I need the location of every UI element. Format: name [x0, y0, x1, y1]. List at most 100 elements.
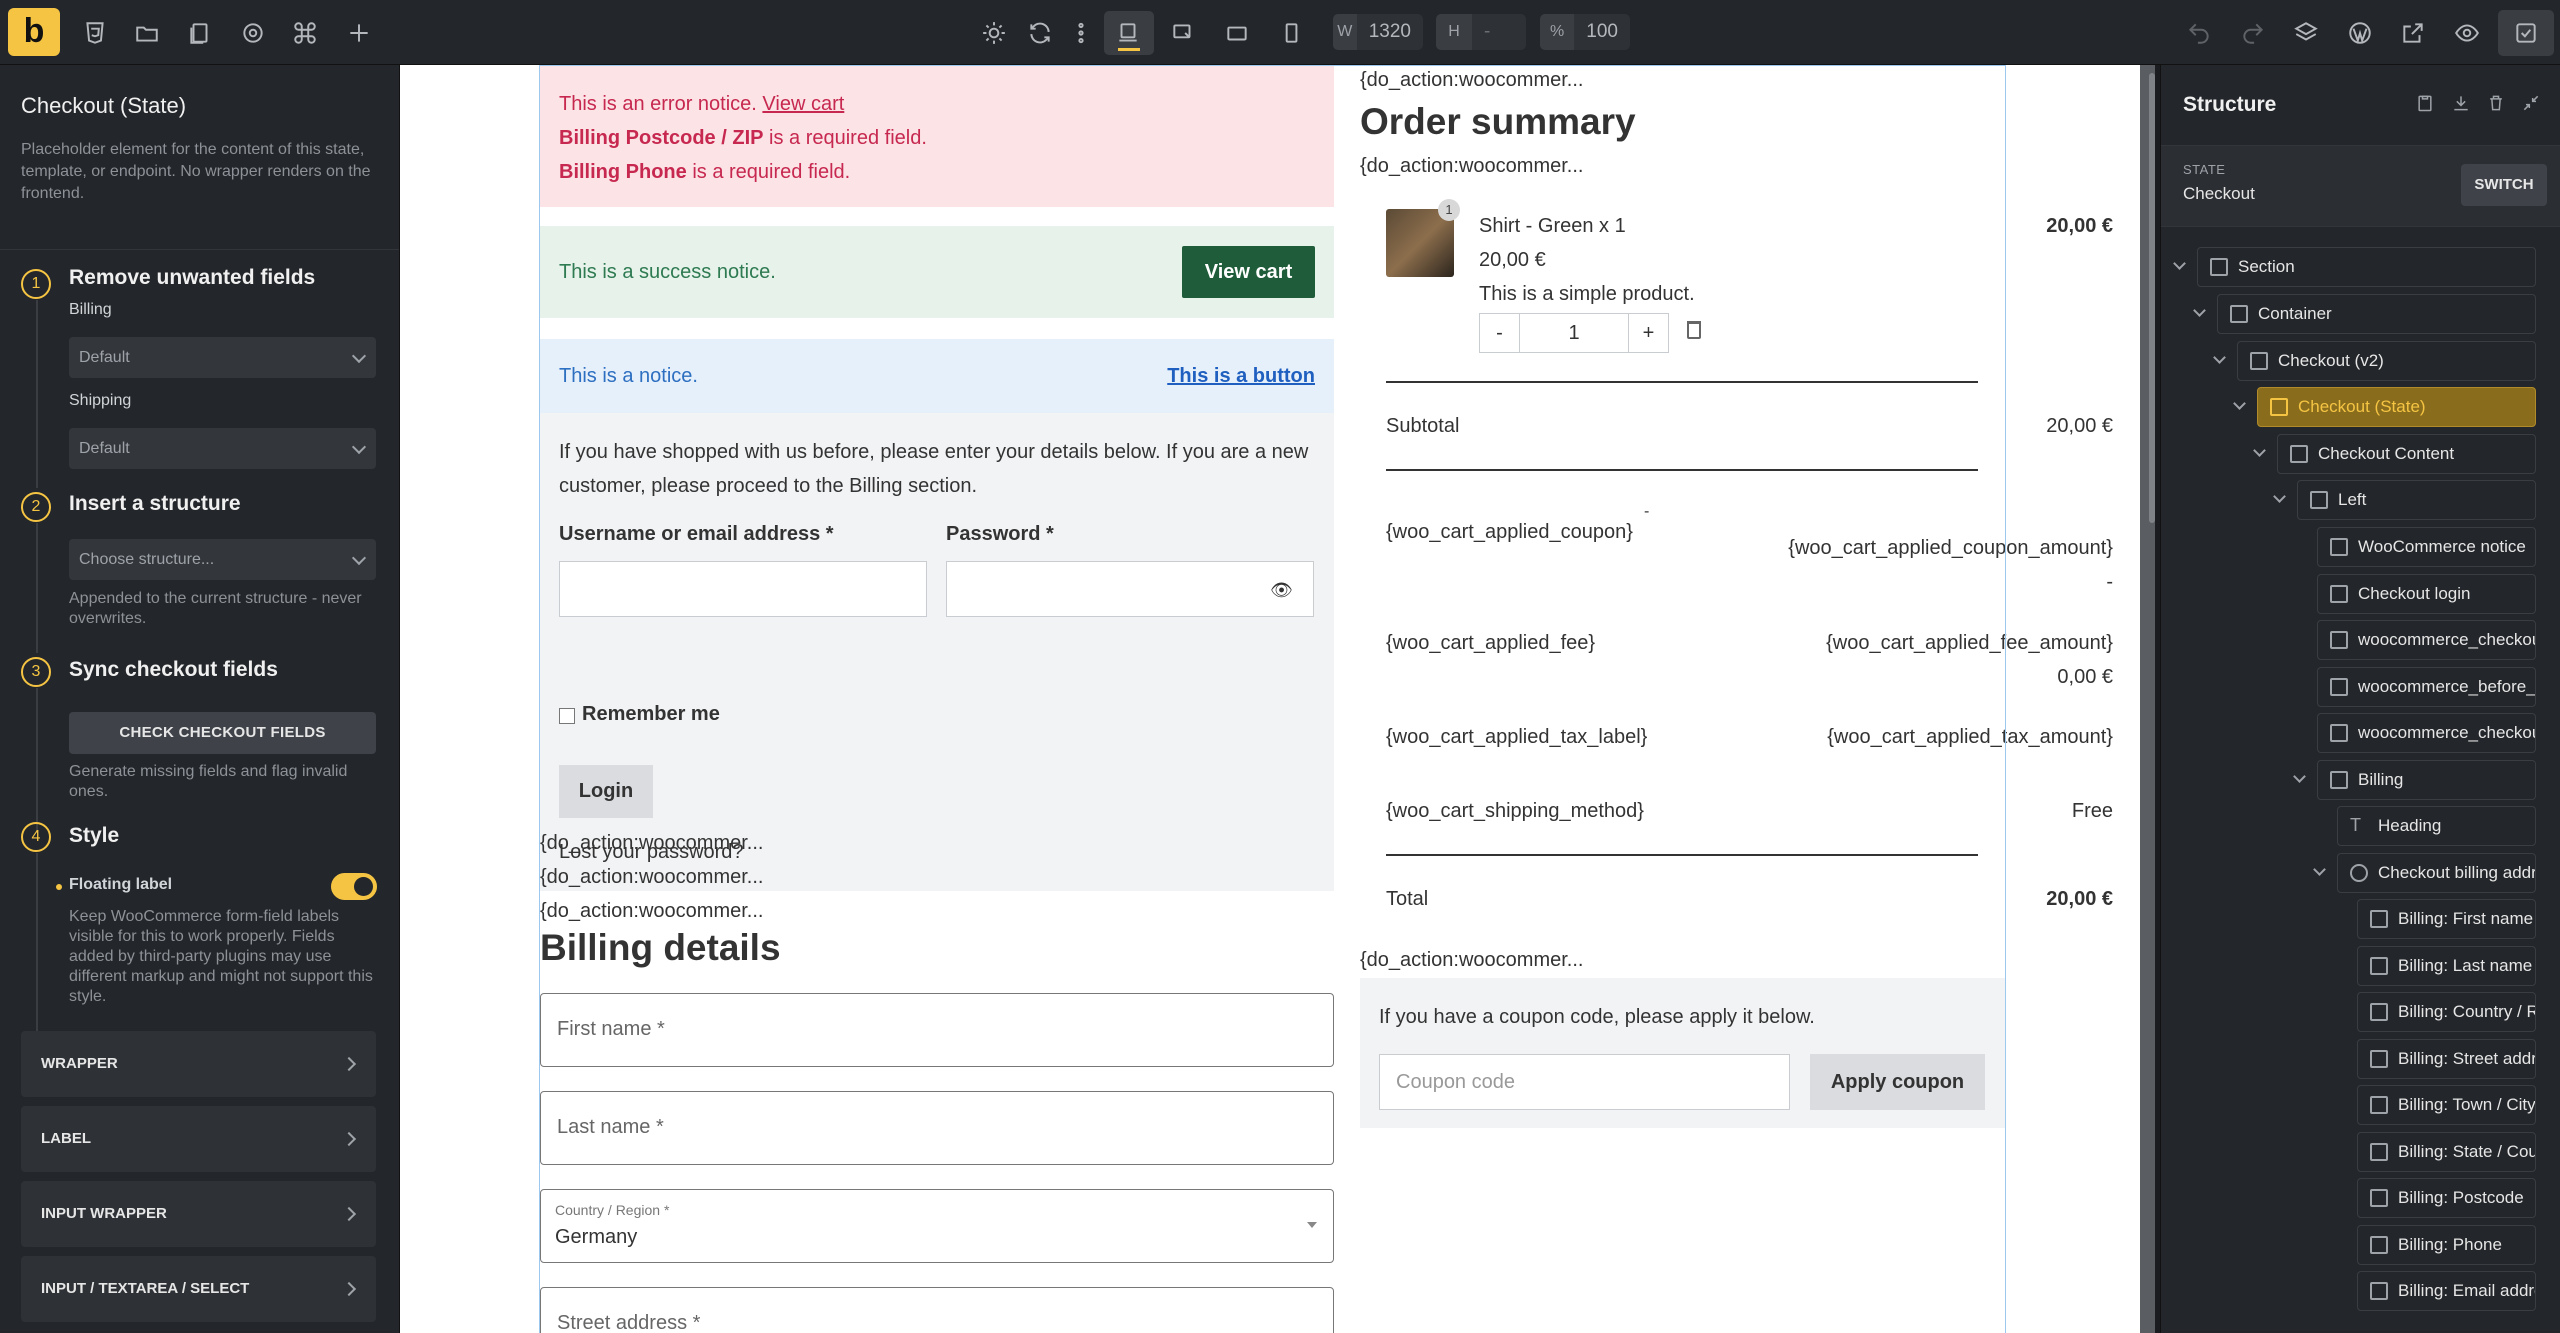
zoom-value[interactable]: 100: [1574, 21, 1630, 43]
tree-node-field[interactable]: Billing: Email address: [2357, 1271, 2536, 1311]
expand-icon[interactable]: [2253, 444, 2266, 457]
tree-node-label: Checkout login: [2358, 584, 2471, 603]
accordion-label-section[interactable]: LABEL: [21, 1106, 376, 1172]
undo-icon[interactable]: [2182, 16, 2216, 50]
panel-description: Placeholder element for the content of t…: [21, 141, 371, 202]
more-vertical-icon[interactable]: [1064, 16, 1098, 50]
tree-node-hook[interactable]: woocommerce_checkout_before_customer_det…: [2317, 620, 2536, 660]
accordion-wrapper[interactable]: WRAPPER: [21, 1031, 376, 1097]
tree-node-billing-address[interactable]: Checkout billing address: [2337, 853, 2536, 893]
tree-node-section[interactable]: Section: [2197, 247, 2536, 287]
preview-page: This is an error notice. View cart Billi…: [400, 65, 2140, 1333]
expand-icon[interactable]: [2173, 257, 2186, 270]
switch-state-button[interactable]: SWITCH: [2461, 164, 2547, 206]
expand-icon[interactable]: [2193, 304, 2206, 317]
tree-node-checkout-login[interactable]: Checkout login: [2317, 574, 2536, 614]
tree-node-field[interactable]: Billing: Country / Region: [2357, 992, 2536, 1032]
chevron-down-icon: [351, 550, 367, 566]
step-line: [36, 300, 38, 488]
mobile-icon[interactable]: [1274, 16, 1308, 50]
tree-node-field[interactable]: Billing: Last name: [2357, 946, 2536, 986]
tree-node-field[interactable]: Billing: Phone: [2357, 1225, 2536, 1265]
trash-icon[interactable]: [2486, 93, 2506, 115]
check-checkout-fields-button[interactable]: CHECK CHECKOUT FIELDS: [69, 712, 376, 754]
wordpress-icon[interactable]: [2343, 16, 2377, 50]
tree-node-checkout-v2[interactable]: Checkout (v2): [2237, 341, 2536, 381]
floating-label-toggle[interactable]: [331, 873, 377, 900]
redo-icon[interactable]: [2236, 16, 2270, 50]
accordion-input-wrapper[interactable]: INPUT WRAPPER: [21, 1181, 376, 1247]
state-value: Checkout: [2183, 184, 2255, 203]
zoom-control[interactable]: % 100: [1540, 14, 1630, 50]
tree-node-hook[interactable]: woocommerce_checkout_billing: [2317, 713, 2536, 753]
billing-select[interactable]: Default: [69, 337, 376, 378]
folder-icon[interactable]: [130, 16, 164, 50]
heading-icon: T: [2350, 815, 2361, 835]
tree-node-woocommerce-notice[interactable]: WooCommerce notice: [2317, 527, 2536, 567]
billing-select-value: Default: [79, 349, 130, 366]
width-control[interactable]: W 1320: [1333, 14, 1423, 50]
modified-dot: [56, 884, 62, 890]
collapse-icon[interactable]: [2521, 93, 2541, 115]
html5-icon[interactable]: [78, 16, 112, 50]
chevron-right-icon: [341, 1206, 357, 1222]
tree-node-left[interactable]: Left: [2297, 480, 2536, 520]
refresh-icon[interactable]: [1023, 16, 1057, 50]
tree-node-field[interactable]: Billing: Street address: [2357, 1039, 2536, 1079]
canvas-scrollbar[interactable]: [2149, 73, 2155, 523]
clipboard-icon[interactable]: [2415, 93, 2435, 115]
expand-icon[interactable]: [2233, 397, 2246, 410]
cart-icon: [2250, 352, 2268, 370]
tree-node-field[interactable]: Billing: First name: [2357, 899, 2536, 939]
tree-node-label: woocommerce_checkout_billing: [2358, 723, 2535, 742]
step-number: 4: [21, 822, 51, 852]
shipping-select[interactable]: Default: [69, 428, 376, 469]
save-icon[interactable]: [2509, 16, 2543, 50]
tree-node-checkout-state[interactable]: Checkout (State): [2257, 387, 2536, 427]
tree-node-heading[interactable]: T Heading: [2337, 806, 2536, 846]
tree-node-billing[interactable]: Billing: [2317, 760, 2536, 800]
download-icon[interactable]: [2451, 93, 2471, 115]
command-icon[interactable]: [288, 16, 322, 50]
floating-label-hint: Keep WooCommerce form-field labels visib…: [69, 908, 373, 1005]
tree-node-container[interactable]: Container: [2217, 294, 2536, 334]
expand-icon[interactable]: [2213, 351, 2226, 364]
tree-node-label: Heading: [2378, 816, 2442, 835]
tree-node-hook[interactable]: woocommerce_before_checkout_billing_form: [2317, 667, 2536, 707]
eye-icon[interactable]: [2450, 16, 2484, 50]
tree-node-field[interactable]: Billing: State / County: [2357, 1132, 2536, 1172]
pages-icon[interactable]: [183, 16, 217, 50]
tablet-landscape-icon[interactable]: [1220, 16, 1254, 50]
chevron-right-icon: [341, 1131, 357, 1147]
chevron-right-icon: [341, 1056, 357, 1072]
fee-value: 0,00 €: [2057, 666, 2113, 688]
height-value[interactable]: -: [1472, 21, 1502, 43]
expand-icon[interactable]: [2273, 490, 2286, 503]
gear-icon[interactable]: [236, 16, 270, 50]
block-icon: [2310, 491, 2328, 509]
layers-icon[interactable]: [2289, 16, 2323, 50]
width-value[interactable]: 1320: [1357, 21, 1423, 43]
sun-icon[interactable]: [977, 16, 1011, 50]
external-link-icon[interactable]: [2396, 16, 2430, 50]
structure-select-value: Choose structure...: [79, 551, 215, 568]
desktop-breakpoint-icon[interactable]: [1111, 16, 1145, 50]
expand-icon[interactable]: [2293, 770, 2306, 783]
tree-node-checkout-content[interactable]: Checkout Content: [2277, 434, 2536, 474]
tree-node-label: Billing: Postcode: [2398, 1188, 2524, 1207]
chevron-down-icon: [351, 348, 367, 364]
check-hint: Generate missing fields and flag invalid…: [69, 763, 348, 800]
tree-node-field[interactable]: Billing: Postcode: [2357, 1178, 2536, 1218]
accordion-input[interactable]: INPUT / TEXTAREA / SELECT: [21, 1256, 376, 1322]
height-control[interactable]: H -: [1436, 14, 1526, 50]
laptop-breakpoint-icon[interactable]: [1166, 16, 1200, 50]
chevron-down-icon: [351, 439, 367, 455]
tree-node-field[interactable]: Billing: Town / City: [2357, 1085, 2536, 1125]
tree-node-label: Billing: [2358, 770, 2404, 789]
add-icon[interactable]: [342, 16, 376, 50]
tree-node-label: Billing: First name: [2398, 909, 2534, 928]
builder-logo[interactable]: b: [8, 8, 60, 56]
expand-icon[interactable]: [2313, 863, 2326, 876]
structure-select[interactable]: Choose structure...: [69, 539, 376, 580]
structure-hint: Appended to the current structure - neve…: [69, 590, 362, 627]
